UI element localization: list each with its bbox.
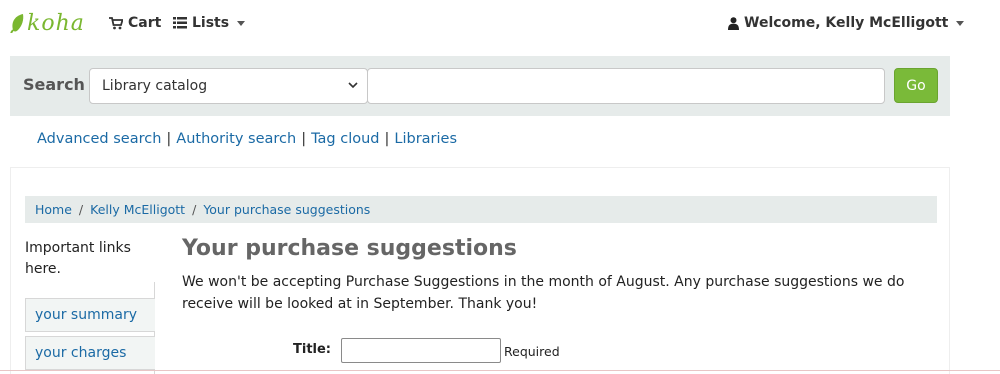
separator: | xyxy=(384,131,390,147)
caret-down-icon xyxy=(237,20,246,26)
title-input[interactable] xyxy=(341,338,501,363)
cart-icon xyxy=(109,16,123,29)
separator: | xyxy=(166,131,172,147)
breadcrumb-separator: / xyxy=(192,202,197,217)
cart-label: Cart xyxy=(128,15,162,31)
libraries-link[interactable]: Libraries xyxy=(394,131,457,147)
top-navbar: koha Cart Lists Welcome, Kelly McElligot… xyxy=(0,0,1000,46)
user-sidebar-nav: your summary your charges xyxy=(25,282,155,374)
search-label: Search xyxy=(23,75,85,94)
authority-search-link[interactable]: Authority search xyxy=(176,131,296,147)
welcome-text: Welcome, Kelly McElligott xyxy=(744,15,949,31)
logo-text: koha xyxy=(27,10,85,36)
advanced-search-link[interactable]: Advanced search xyxy=(37,131,161,147)
lists-label: Lists xyxy=(192,15,230,31)
page-title: Your purchase suggestions xyxy=(182,236,517,261)
koha-leaf-icon xyxy=(10,14,24,33)
breadcrumb-current[interactable]: Your purchase suggestions xyxy=(203,202,370,217)
breadcrumb-user[interactable]: Kelly McElligott xyxy=(90,202,185,217)
go-button[interactable]: Go xyxy=(894,68,938,103)
caret-down-icon xyxy=(956,20,965,26)
divider xyxy=(0,370,1000,371)
separator: | xyxy=(301,131,307,147)
search-bar: Search Library catalog Go xyxy=(10,56,950,116)
breadcrumb-home[interactable]: Home xyxy=(35,202,72,217)
search-scope-select[interactable]: Library catalog xyxy=(89,68,368,104)
sidebar-item-charges[interactable]: your charges xyxy=(25,336,155,370)
breadcrumb-separator: / xyxy=(78,202,84,217)
required-note: Required xyxy=(504,344,560,359)
tag-cloud-link[interactable]: Tag cloud xyxy=(311,131,379,147)
lists-menu[interactable]: Lists xyxy=(173,13,246,33)
breadcrumb: Home / Kelly McElligott / Your purchase … xyxy=(25,196,937,223)
list-icon xyxy=(173,17,187,29)
more-searches: Advanced search | Authority search | Tag clo… xyxy=(37,131,457,147)
main-content: Home / Kelly McElligott / Your purchase … xyxy=(10,167,950,374)
user-menu[interactable]: Welcome, Kelly McElligott xyxy=(728,13,965,33)
search-scope-value: Library catalog xyxy=(102,78,208,94)
sidebar-item-summary[interactable]: your summary xyxy=(25,298,155,332)
suggestions-notice: We won't be accepting Purchase Suggestio… xyxy=(182,274,905,312)
title-label: Title: xyxy=(293,342,332,357)
sidebar-intro: Important links here. xyxy=(25,240,131,277)
search-input[interactable] xyxy=(367,68,885,104)
koha-logo[interactable]: koha xyxy=(10,9,85,37)
chevron-down-icon xyxy=(348,82,358,89)
cart-button[interactable]: Cart xyxy=(109,13,161,33)
user-icon xyxy=(728,16,739,30)
